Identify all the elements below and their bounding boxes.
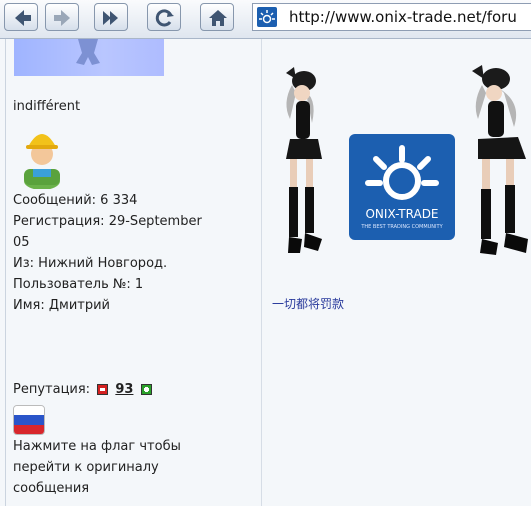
registration-year: 05 xyxy=(13,235,30,250)
site-favicon-icon xyxy=(257,7,277,27)
history-forward-button[interactable] xyxy=(94,3,128,31)
left-dancer-figure xyxy=(286,67,322,253)
right-dancer-figure xyxy=(472,65,528,255)
registration-value: 29-September xyxy=(108,214,202,229)
reputation-value[interactable]: 93 xyxy=(115,382,133,397)
reload-button[interactable] xyxy=(147,3,181,31)
home-button[interactable] xyxy=(200,3,234,31)
onix-trade-logo: ONIX-TRADE THE BEST TRADING COMMUNITY xyxy=(349,134,455,240)
username[interactable]: indifférent xyxy=(13,97,80,117)
name-label: Имя: xyxy=(13,298,45,313)
browser-toolbar: http://www.onix-trade.net/foru xyxy=(0,0,531,39)
logo-text: ONIX-TRADE xyxy=(365,207,438,221)
messages-count: Сообщений: 6 334 xyxy=(13,191,137,211)
forum-page: indifférent Сообщений: 6 334 Регистрация… xyxy=(0,39,531,506)
home-icon xyxy=(209,10,227,26)
column-divider xyxy=(261,39,262,506)
reputation-plus-icon[interactable] xyxy=(140,384,152,395)
forward-arrow-icon xyxy=(54,10,70,26)
messages-label: Сообщений: xyxy=(13,193,97,208)
user-number-value: 1 xyxy=(134,277,144,292)
double-forward-icon xyxy=(103,11,118,25)
back-button[interactable] xyxy=(4,3,38,31)
flag-hint-line-3: сообщения xyxy=(13,481,90,496)
location-label: Из: xyxy=(13,256,35,271)
address-bar[interactable]: http://www.onix-trade.net/foru xyxy=(252,3,531,31)
post-left-border xyxy=(5,39,6,506)
flag-hint-line-1: Нажмите на флаг чтобы xyxy=(13,439,181,454)
reputation-label: Репутация: xyxy=(13,382,91,397)
back-arrow-icon xyxy=(15,10,31,26)
reload-icon xyxy=(155,9,174,27)
user-number-label: Пользователь №: xyxy=(13,277,131,292)
forward-button[interactable] xyxy=(45,3,79,31)
user-real-name: Имя: Дмитрий xyxy=(13,296,110,316)
user-location: Из: Нижний Новгород. xyxy=(13,254,167,274)
flag-hint-line-2: перейти к оригиналу xyxy=(13,460,159,475)
location-value: Нижний Новгород. xyxy=(38,256,168,271)
logo-tagline: THE BEST TRADING COMMUNITY xyxy=(360,224,443,230)
reputation-row: Репутация: 93 xyxy=(13,382,155,402)
messages-value: 6 334 xyxy=(100,193,138,208)
user-number: Пользователь №: 1 xyxy=(13,275,143,295)
signature-banner-image: ONIX-TRADE THE BEST TRADING COMMUNITY xyxy=(286,65,528,255)
reputation-minus-icon[interactable] xyxy=(97,384,109,395)
user-avatar-image xyxy=(14,39,164,76)
signature-caption: 一切都将罚款 xyxy=(272,297,345,311)
registration-date: Регистрация: 29-September xyxy=(13,212,202,232)
name-value: Дмитрий xyxy=(48,298,111,313)
registration-label: Регистрация: xyxy=(13,214,105,229)
user-group-icon xyxy=(20,119,64,190)
russian-flag-icon[interactable] xyxy=(13,405,45,435)
url-text[interactable]: http://www.onix-trade.net/foru xyxy=(289,8,517,26)
